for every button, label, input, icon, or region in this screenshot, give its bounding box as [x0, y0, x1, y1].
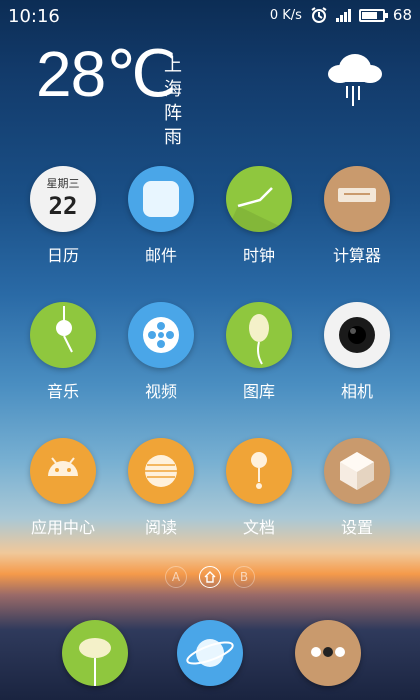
- weather-condition: 阵雨: [164, 103, 182, 148]
- settings-icon: [324, 438, 390, 504]
- dots-icon[interactable]: [295, 620, 361, 686]
- rain-cloud-icon[interactable]: [326, 46, 384, 108]
- calculator-icon: [324, 166, 390, 232]
- app-music[interactable]: 音乐: [13, 302, 113, 402]
- video-icon: [128, 302, 194, 368]
- planet-icon[interactable]: [177, 620, 243, 686]
- alarm-icon: [311, 7, 327, 23]
- calendar-weekday: 星期三: [46, 177, 80, 190]
- documents-icon: [226, 438, 292, 504]
- app-label: 日历: [46, 246, 79, 265]
- app-reader[interactable]: 阅读: [111, 438, 211, 538]
- app-mail[interactable]: 邮件: [111, 166, 211, 266]
- app-video[interactable]: 视频: [111, 302, 211, 402]
- status-time: 10:16: [8, 6, 60, 27]
- app-label: 计算器: [332, 246, 381, 265]
- calendar-icon: 星期三 22: [30, 166, 96, 232]
- app-label: 相机: [340, 382, 373, 401]
- app-label: 应用中心: [30, 518, 95, 537]
- app-calculator[interactable]: 计算器: [307, 166, 407, 266]
- page-dot-b[interactable]: B: [233, 566, 255, 588]
- gallery-icon: [226, 302, 292, 368]
- app-label: 设置: [340, 518, 373, 537]
- signal-icon: [335, 8, 351, 22]
- app-label: 阅读: [144, 518, 177, 537]
- calendar-day: 22: [48, 192, 78, 220]
- page-dot-home[interactable]: [199, 566, 221, 588]
- status-icons: 0 K/s 68: [270, 6, 412, 24]
- app-settings[interactable]: 设置: [307, 438, 407, 538]
- home-icon: [204, 571, 216, 583]
- lotus-icon[interactable]: [62, 620, 128, 686]
- app-gallery[interactable]: 图库: [209, 302, 309, 402]
- reader-icon: [128, 438, 194, 504]
- clock-icon: [226, 166, 292, 232]
- city-name: 上海: [164, 55, 182, 100]
- data-rate: 0 K/s: [269, 7, 302, 23]
- mail-icon: [128, 166, 194, 232]
- camera-icon: [324, 302, 390, 368]
- app-center-icon: [30, 438, 96, 504]
- battery-level: 68: [392, 6, 412, 24]
- app-camera[interactable]: 相机: [307, 302, 407, 402]
- weather-widget[interactable]: 28℃ 上海 阵雨: [36, 38, 182, 148]
- app-label: 时钟: [242, 246, 275, 265]
- app-calendar[interactable]: 星期三 22 日历: [13, 166, 113, 266]
- battery-icon: [358, 8, 388, 22]
- app-label: 邮件: [144, 246, 177, 265]
- app-clock[interactable]: 时钟: [209, 166, 309, 266]
- status-bar: 10:16 0 K/s 68: [0, 0, 420, 32]
- app-label: 音乐: [46, 382, 79, 401]
- app-center[interactable]: 应用中心: [13, 438, 113, 538]
- page-indicator: A B: [0, 566, 420, 588]
- app-documents[interactable]: 文档: [209, 438, 309, 538]
- app-label: 文档: [242, 518, 275, 537]
- app-label: 视频: [144, 382, 177, 401]
- music-icon: [30, 302, 96, 368]
- app-label: 图库: [242, 382, 275, 401]
- page-dot-a[interactable]: A: [165, 566, 187, 588]
- weather-location: 上海 阵雨: [164, 54, 182, 150]
- temperature: 28℃: [36, 38, 177, 110]
